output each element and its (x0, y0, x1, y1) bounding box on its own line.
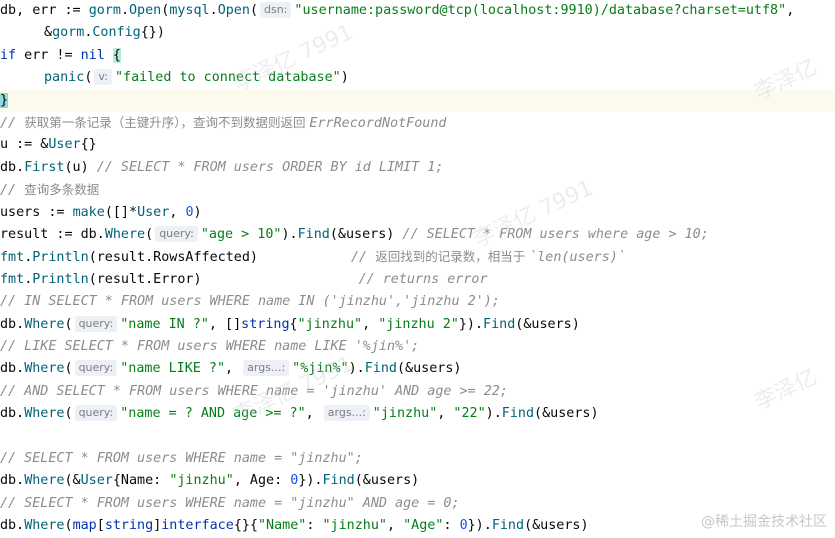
code-line-3[interactable]: if err != nil { (0, 45, 835, 67)
code-line-15[interactable]: db.Where(query: "name IN ?", []string{"ji… (0, 314, 835, 336)
code-line-17[interactable]: db.Where(query: "name LIKE ?", args...: "%… (0, 358, 835, 380)
code-line-9[interactable]: // 查询多条数据 (0, 179, 835, 201)
param-hint-query: query: (74, 360, 118, 377)
code-line-19[interactable]: db.Where(query: "name = ? AND age >= ?", … (0, 403, 835, 425)
code-line-16[interactable]: // LIKE SELECT * FROM users WHERE name L… (0, 336, 835, 358)
code-line-14[interactable]: // IN SELECT * FROM users WHERE name IN … (0, 291, 835, 313)
matched-brace-open: { (112, 47, 121, 63)
code-line-5-current[interactable]: } (0, 89, 835, 112)
code-line-4[interactable]: panic(v: "failed to connect database") (0, 67, 835, 89)
code-line-18[interactable]: // AND SELECT * FROM users WHERE name = … (0, 381, 835, 403)
footer-watermark: @稀土掘金技术社区 (701, 514, 827, 530)
code-line-1[interactable]: db, err := gorm.Open(mysql.Open(dsn: "use… (0, 0, 835, 22)
param-hint-args: args...: (243, 360, 290, 377)
code-line-6[interactable]: // 获取第一条记录（主键升序），查询不到数据则返回 ErrRecordNotF… (0, 112, 835, 134)
code-editor[interactable]: db, err := gorm.Open(mysql.Open(dsn: "use… (0, 0, 835, 537)
code-line-10[interactable]: users := make([]*User, 0) (0, 202, 835, 224)
code-line-8[interactable]: db.First(u) // SELECT * FROM users ORDER… (0, 157, 835, 179)
code-line-7[interactable]: u := &User{} (0, 134, 835, 156)
param-hint-args: args...: (323, 405, 370, 422)
code-line-12[interactable]: fmt.Println(result.RowsAffected)// 返回找到的… (0, 246, 835, 268)
matched-brace-close: } (0, 92, 9, 108)
code-line-2[interactable]: &gorm.Config{}) (0, 22, 835, 44)
param-hint-query: query: (155, 226, 198, 242)
code-line-21[interactable]: // SELECT * FROM users WHERE name = "jin… (0, 448, 835, 470)
param-hint-query: query: (74, 405, 118, 422)
param-hint-v: v: (94, 69, 112, 86)
code-line-22[interactable]: db.Where(&User{Name: "jinzhu", Age: 0}).… (0, 470, 835, 492)
code-line-13[interactable]: fmt.Println(result.Error)// returns erro… (0, 269, 835, 291)
code-line-11[interactable]: result := db.Where(query: "age > 10").Fin… (0, 224, 835, 246)
param-hint-query: query: (74, 315, 118, 332)
param-hint-dsn: dsn: (260, 2, 292, 18)
code-line-20-empty[interactable] (0, 426, 835, 448)
